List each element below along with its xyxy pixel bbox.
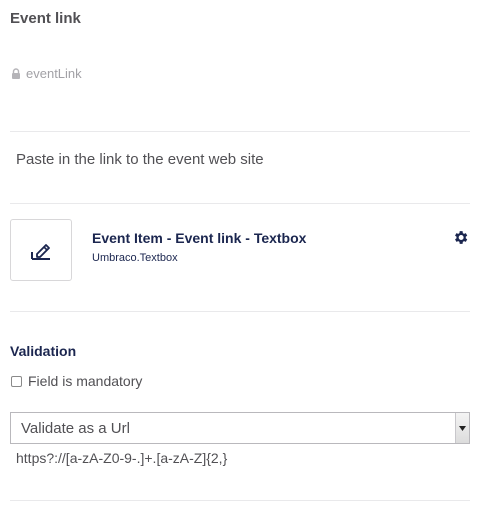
- pencil-edit-icon: [29, 239, 53, 261]
- editor-picker-button[interactable]: [10, 219, 72, 281]
- editor-name[interactable]: Event Item - Event link - Textbox: [92, 230, 306, 246]
- validation-regex[interactable]: https?://[a-zA-Z0-9-.]+.[a-zA-Z]{2,}: [16, 450, 227, 466]
- property-settings-panel: Event link eventLink Paste in the link t…: [0, 0, 483, 526]
- validation-heading: Validation: [10, 343, 77, 359]
- divider: [10, 311, 470, 312]
- gear-icon[interactable]: [452, 229, 469, 246]
- property-alias-text: eventLink: [26, 66, 82, 81]
- divider: [10, 203, 470, 204]
- mandatory-checkbox-row[interactable]: Field is mandatory: [11, 373, 142, 389]
- mandatory-label[interactable]: Field is mandatory: [28, 373, 142, 389]
- property-description[interactable]: Paste in the link to the event web site: [16, 151, 264, 168]
- lock-icon[interactable]: [11, 68, 21, 79]
- editor-alias: Umbraco.Textbox: [92, 252, 178, 264]
- chevron-down-icon[interactable]: [455, 413, 469, 443]
- validation-select-value: Validate as a Url: [21, 420, 130, 437]
- mandatory-checkbox[interactable]: [11, 375, 22, 387]
- property-alias[interactable]: eventLink: [11, 66, 82, 81]
- validation-select[interactable]: Validate as a Url: [10, 412, 470, 444]
- property-name[interactable]: Event link: [10, 10, 81, 27]
- divider: [10, 500, 470, 501]
- divider: [10, 131, 470, 132]
